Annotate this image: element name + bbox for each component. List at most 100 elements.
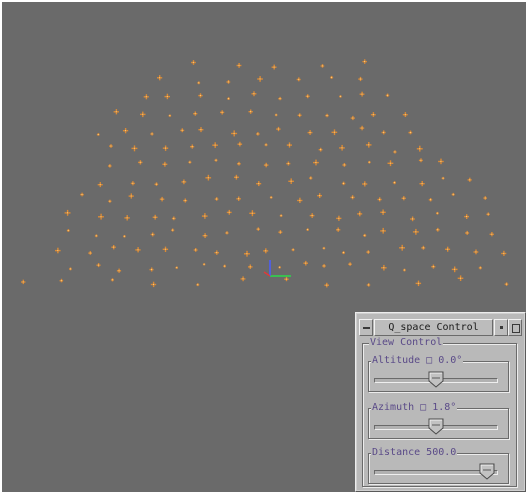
particle xyxy=(135,247,141,253)
particle xyxy=(306,228,309,231)
particle xyxy=(162,161,168,167)
particle xyxy=(408,130,413,135)
particle xyxy=(205,174,212,181)
particle xyxy=(336,227,341,232)
particle xyxy=(393,150,397,154)
particle xyxy=(236,63,242,68)
particle xyxy=(234,174,239,180)
particle xyxy=(467,177,472,182)
box-icon xyxy=(512,323,520,333)
particle xyxy=(317,193,322,198)
particle xyxy=(138,160,143,165)
particle xyxy=(486,212,490,216)
particle xyxy=(419,181,425,187)
particle xyxy=(124,215,130,221)
particle xyxy=(88,251,92,255)
particle xyxy=(193,248,198,252)
particle xyxy=(109,144,113,148)
particle xyxy=(231,130,238,137)
particle xyxy=(111,245,116,250)
particle xyxy=(350,195,355,200)
altitude-slider-thumb[interactable] xyxy=(428,371,444,388)
particle xyxy=(180,128,185,133)
particle xyxy=(143,94,149,100)
particle xyxy=(108,164,112,168)
view-control-frame: View Control Altitude □ 0.0° Azimuth □ 1… xyxy=(362,338,517,487)
particle xyxy=(162,246,169,252)
particle xyxy=(227,97,230,100)
axis-gizmo xyxy=(263,260,291,277)
particle xyxy=(191,60,196,65)
window-title[interactable]: Q_space Control xyxy=(374,318,493,336)
particle xyxy=(21,279,26,285)
particle xyxy=(237,161,241,166)
particle xyxy=(402,112,408,117)
azimuth-group: Azimuth □ 1.8° xyxy=(368,403,509,439)
particle xyxy=(370,112,376,117)
particle xyxy=(296,77,301,82)
particle xyxy=(501,250,507,256)
dash-icon xyxy=(363,326,370,329)
particle xyxy=(435,227,440,232)
minimize-button[interactable] xyxy=(494,318,508,336)
particle xyxy=(181,179,187,185)
particle xyxy=(381,264,387,271)
distance-slider-thumb[interactable] xyxy=(479,463,495,480)
particle xyxy=(201,213,208,219)
particle xyxy=(150,232,155,237)
particle xyxy=(162,145,169,151)
axis-z-line xyxy=(263,271,271,277)
window-menu-button[interactable] xyxy=(359,318,373,336)
particle xyxy=(171,228,175,232)
particle xyxy=(98,213,104,220)
particle xyxy=(264,143,268,147)
particle xyxy=(202,233,208,238)
particle xyxy=(385,93,390,97)
altitude-label: Altitude □ 0.0° xyxy=(371,355,464,366)
particle xyxy=(410,216,415,222)
particle xyxy=(313,159,319,166)
particle xyxy=(278,230,283,234)
particle xyxy=(190,144,195,149)
particle xyxy=(130,181,135,186)
particle xyxy=(251,91,257,97)
particle xyxy=(464,214,469,219)
particle xyxy=(489,232,494,237)
particle xyxy=(377,197,382,202)
particle xyxy=(257,76,263,82)
particle xyxy=(286,142,292,148)
particle xyxy=(330,75,334,79)
particle xyxy=(212,142,218,148)
particle xyxy=(359,125,365,131)
particle xyxy=(55,247,61,254)
azimuth-slider-thumb[interactable] xyxy=(428,418,444,435)
particle xyxy=(318,147,323,152)
distance-label: Distance 500.0 xyxy=(371,447,458,458)
particle xyxy=(149,267,154,272)
particle xyxy=(380,209,386,215)
particle xyxy=(263,248,269,254)
particle xyxy=(214,197,219,201)
particle xyxy=(342,163,347,167)
particle xyxy=(358,76,363,82)
particle xyxy=(128,193,134,199)
maximize-button[interactable] xyxy=(508,318,522,336)
particle xyxy=(436,211,439,215)
particle xyxy=(421,245,426,250)
particle xyxy=(237,141,243,147)
particle xyxy=(359,91,365,97)
particle xyxy=(198,127,204,133)
altitude-group: Altitude □ 0.0° xyxy=(368,356,509,392)
particle xyxy=(193,111,198,116)
particle xyxy=(196,283,200,287)
particle xyxy=(236,196,241,201)
particle xyxy=(478,266,482,270)
particle xyxy=(451,266,458,273)
particle xyxy=(97,182,103,188)
particle xyxy=(131,145,138,152)
particle xyxy=(256,181,262,187)
particle xyxy=(183,198,188,203)
window-titlebar[interactable]: Q_space Control xyxy=(359,317,522,337)
particle xyxy=(309,213,315,218)
particle xyxy=(412,228,419,235)
